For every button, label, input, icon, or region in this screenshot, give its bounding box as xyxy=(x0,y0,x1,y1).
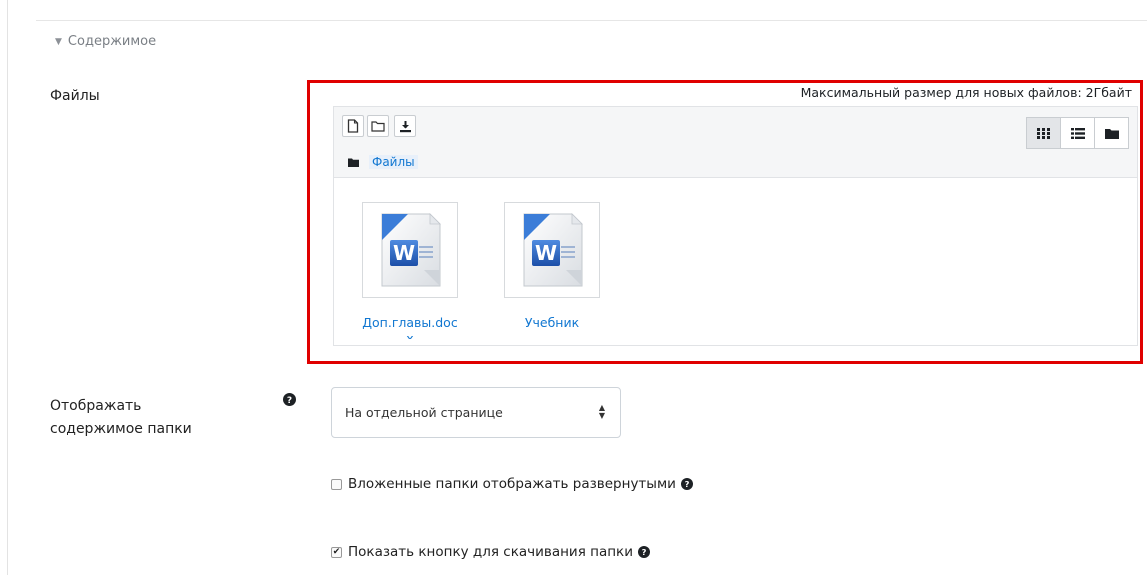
display-mode-select[interactable]: На отдельной странице ▲ ▼ xyxy=(331,387,621,438)
help-icon[interactable]: ? xyxy=(680,478,693,490)
svg-text:W: W xyxy=(535,241,557,265)
breadcrumb-files[interactable]: Файлы xyxy=(369,155,418,169)
checkbox-label: Вложенные папки отображать развернутыми xyxy=(348,476,676,492)
display-label-line2: содержимое папки xyxy=(50,421,192,437)
section-divider xyxy=(36,20,1147,21)
svg-text:?: ? xyxy=(685,479,690,489)
view-list-icon xyxy=(1070,127,1085,139)
file-name[interactable]: Учебник... xyxy=(500,315,604,339)
download-icon xyxy=(399,120,411,132)
page-left-border xyxy=(7,0,8,575)
word-doc-icon: W xyxy=(523,213,583,287)
file-name[interactable]: Доп.главы.doc x xyxy=(358,315,462,339)
display-label-line1: Отображать xyxy=(50,398,142,414)
display-mode-value: На отдельной странице xyxy=(345,405,503,420)
file-item[interactable]: W Доп.главы.doc x xyxy=(358,202,462,339)
view-switcher xyxy=(1026,117,1129,149)
section-toggle-content[interactable]: ▼ Содержимое xyxy=(55,34,156,49)
file-manager: Файлы W Доп.главы.doc x W Учебник ... xyxy=(333,106,1138,346)
show-download-button-checkbox[interactable]: ✔ xyxy=(331,546,342,558)
expand-subfolders-checkbox[interactable] xyxy=(331,478,342,490)
checkbox-row-expand-subfolders: Вложенные папки отображать развернутыми … xyxy=(331,476,693,492)
add-file-icon xyxy=(347,119,359,133)
word-doc-icon: W xyxy=(381,213,441,287)
view-icons-icon xyxy=(1037,127,1050,139)
download-button[interactable] xyxy=(394,115,416,137)
file-thumbnail: W xyxy=(362,202,458,298)
checkbox-row-download-button: ✔ Показать кнопку для скачивания папки ? xyxy=(331,544,650,560)
svg-text:W: W xyxy=(393,241,415,265)
file-item[interactable]: W Учебник... xyxy=(500,202,604,339)
view-icons-button[interactable] xyxy=(1026,117,1061,149)
view-tree-button[interactable] xyxy=(1094,117,1129,149)
section-title: Содержимое xyxy=(67,34,157,49)
file-manager-toolbar: Файлы xyxy=(334,107,1137,178)
max-size-text: Максимальный размер для новых файлов: 2Г… xyxy=(800,85,1132,100)
files-label: Файлы xyxy=(50,88,100,104)
folder-icon xyxy=(348,158,359,167)
create-folder-button[interactable] xyxy=(367,115,389,137)
display-content-label: Отображать содержимое папки xyxy=(50,395,250,441)
breadcrumb: Файлы xyxy=(348,155,418,169)
view-tree-icon xyxy=(1104,128,1119,139)
svg-text:?: ? xyxy=(287,396,292,406)
svg-text:?: ? xyxy=(642,547,647,557)
help-icon[interactable]: ? xyxy=(283,391,296,410)
help-icon[interactable]: ? xyxy=(637,546,650,558)
checkbox-label: Показать кнопку для скачивания папки xyxy=(348,544,633,560)
file-thumbnail: W xyxy=(504,202,600,298)
triangle-down-icon: ▼ xyxy=(55,36,62,47)
create-folder-icon xyxy=(371,121,385,132)
add-file-button[interactable] xyxy=(342,115,364,137)
view-list-button[interactable] xyxy=(1060,117,1095,149)
select-arrows-icon: ▲ ▼ xyxy=(598,403,605,420)
filemanager-highlight: Максимальный размер для новых файлов: 2Г… xyxy=(307,80,1143,364)
